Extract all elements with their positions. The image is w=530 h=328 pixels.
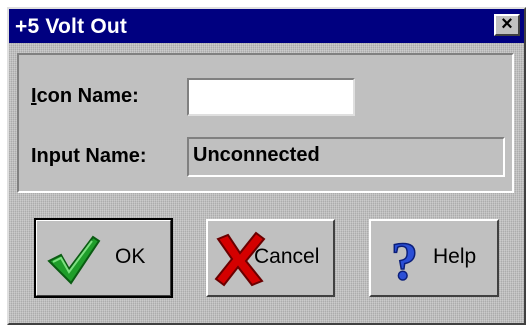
dialog-window: +5 Volt Out × Icon Name: Input Name: Unc… <box>7 7 526 325</box>
input-name-value: Unconnected <box>187 137 505 177</box>
properties-panel: Icon Name: Input Name: Unconnected <box>17 53 514 193</box>
cancel-label: Cancel <box>254 245 320 268</box>
close-icon: × <box>501 13 513 35</box>
title-bar[interactable]: +5 Volt Out × <box>9 9 524 43</box>
icon-name-input[interactable] <box>187 78 355 116</box>
checkmark-icon <box>47 235 101 285</box>
help-button[interactable]: ? Help <box>369 219 499 297</box>
ok-button[interactable]: OK <box>34 218 173 298</box>
window-title: +5 Volt Out <box>15 15 128 38</box>
help-label: Help <box>433 245 477 268</box>
close-button[interactable]: × <box>494 14 520 36</box>
input-name-label: Input Name: <box>31 145 147 167</box>
ok-label: OK <box>115 245 146 268</box>
cancel-button[interactable]: Cancel <box>206 219 335 297</box>
svg-text:?: ? <box>391 231 418 287</box>
question-mark-icon: ? <box>390 231 419 287</box>
icon-name-label: Icon Name: <box>31 85 139 107</box>
